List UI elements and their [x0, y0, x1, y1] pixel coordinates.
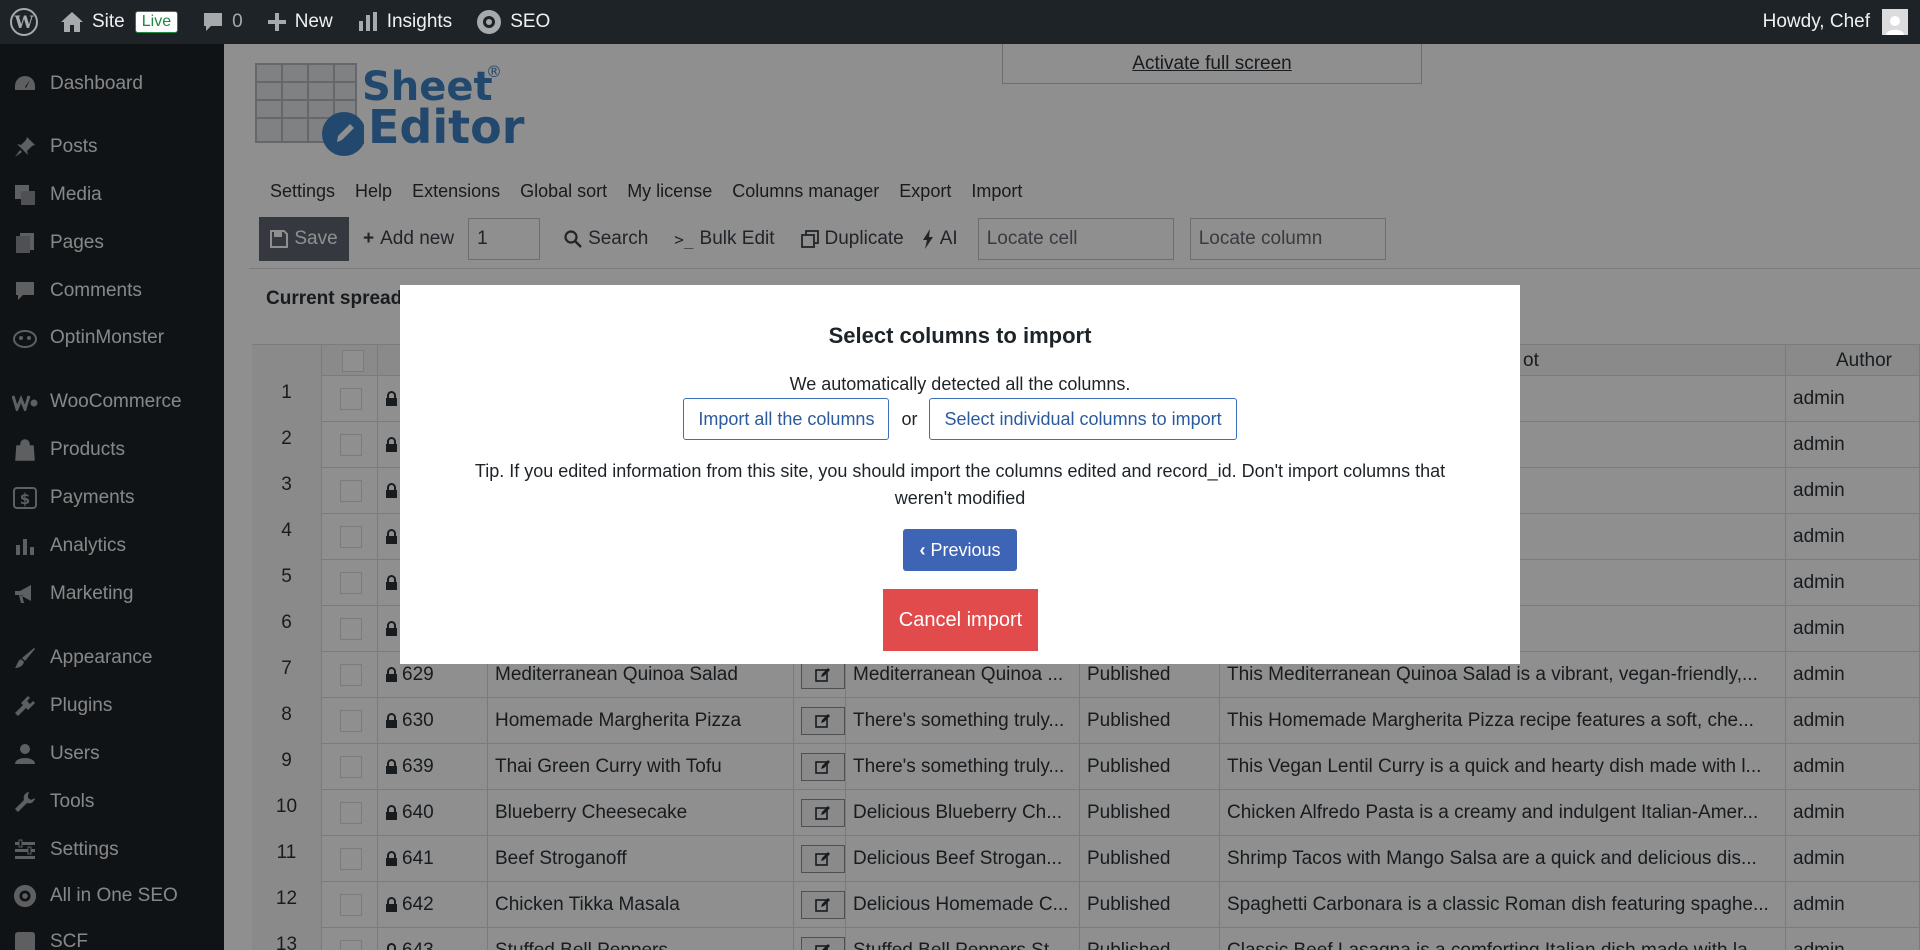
insights-label: Insights — [386, 11, 453, 32]
comments-menu[interactable]: 0 — [190, 0, 255, 44]
cancel-import-button[interactable]: Cancel import — [883, 589, 1038, 651]
previous-label: Previous — [930, 539, 1001, 560]
new-label: New — [294, 11, 333, 32]
new-menu[interactable]: New — [255, 0, 345, 44]
seo-label: SEO — [510, 11, 551, 32]
gear-icon — [477, 10, 502, 34]
import-all-columns-button[interactable]: Import all the columns — [683, 398, 890, 440]
account-menu[interactable]: Howdy, Chef — [1763, 9, 1920, 35]
select-columns-modal: Select columns to import We automaticall… — [400, 285, 1520, 664]
svg-text:W: W — [13, 13, 34, 33]
modal-choice-row: Import all the columns or Select individ… — [400, 398, 1520, 440]
insights-menu[interactable]: Insights — [345, 0, 464, 44]
plus-icon — [267, 13, 286, 31]
previous-button[interactable]: ‹ Previous — [903, 529, 1017, 571]
comment-icon — [204, 13, 223, 31]
live-badge: Live — [134, 11, 179, 33]
comments-count: 0 — [232, 11, 243, 32]
home-icon — [61, 12, 83, 32]
modal-detected-text: We automatically detected all the column… — [789, 374, 1131, 394]
modal-title: Select columns to import — [828, 323, 1092, 348]
modal-tip-text: Tip. If you edited information from this… — [474, 461, 1446, 508]
site-menu[interactable]: Site Live — [48, 0, 190, 44]
wordpress-logo-icon[interactable]: W — [0, 0, 48, 44]
bar-chart-icon — [358, 12, 377, 31]
seo-menu[interactable]: SEO — [464, 0, 562, 44]
or-text: or — [901, 408, 918, 429]
admin-bar: W Site Live 0 New Insights SEO Howdy, Ch… — [0, 0, 1920, 44]
chevron-left-icon: ‹ — [919, 539, 926, 560]
howdy-text: Howdy, Chef — [1762, 11, 1870, 32]
avatar — [1882, 9, 1908, 35]
select-individual-columns-button[interactable]: Select individual columns to import — [929, 398, 1237, 440]
site-label: Site — [92, 11, 125, 32]
